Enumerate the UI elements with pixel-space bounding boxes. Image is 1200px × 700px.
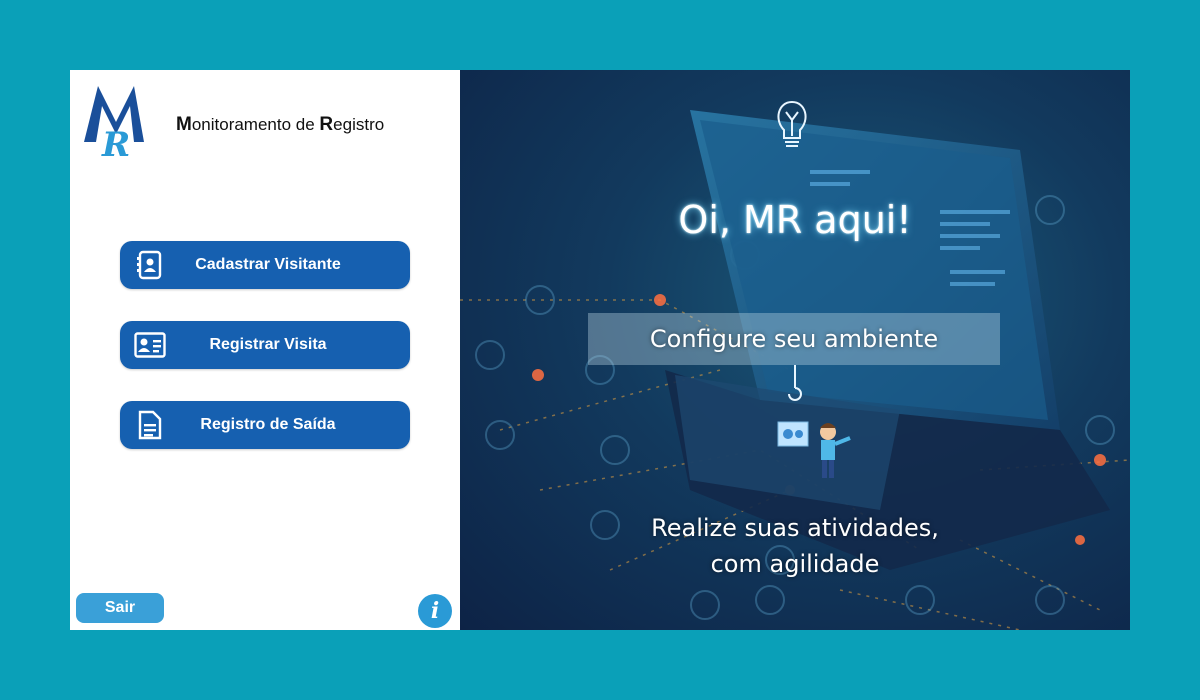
register-visit-label: Registrar Visita [209,336,327,353]
register-visitor-label: Cadastrar Visitante [195,256,341,273]
greeting-title: Oi, MR aqui! [678,198,912,242]
sidebar: R Monitoramento de Registro Cadastrar Vi… [70,70,460,630]
tagline-line-2: com agilidade [710,550,880,578]
info-icon[interactable]: i [418,594,452,628]
document-icon [134,409,166,441]
hero-panel: Oi, MR aqui! Configure seu ambiente Real… [460,70,1130,630]
exit-registry-button[interactable]: Registro de Saída [120,401,410,449]
tagline-line-1: Realize suas atividades, [651,514,939,542]
tagline: Realize suas atividades, com agilidade [460,510,1130,582]
svg-text:R: R [101,125,130,158]
app-title: Monitoramento de Registro [176,114,385,135]
logout-button[interactable]: Sair [76,593,164,623]
contact-book-icon [134,249,166,281]
app-window: R Monitoramento de Registro Cadastrar Vi… [70,70,1130,630]
exit-registry-label: Registro de Saída [200,416,336,433]
register-visit-button[interactable]: Registrar Visita [120,321,410,369]
register-visitor-button[interactable]: Cadastrar Visitante [120,241,410,289]
mr-logo: R [84,86,144,158]
configure-environment-button[interactable]: Configure seu ambiente [588,313,1000,365]
id-card-icon [134,329,166,361]
